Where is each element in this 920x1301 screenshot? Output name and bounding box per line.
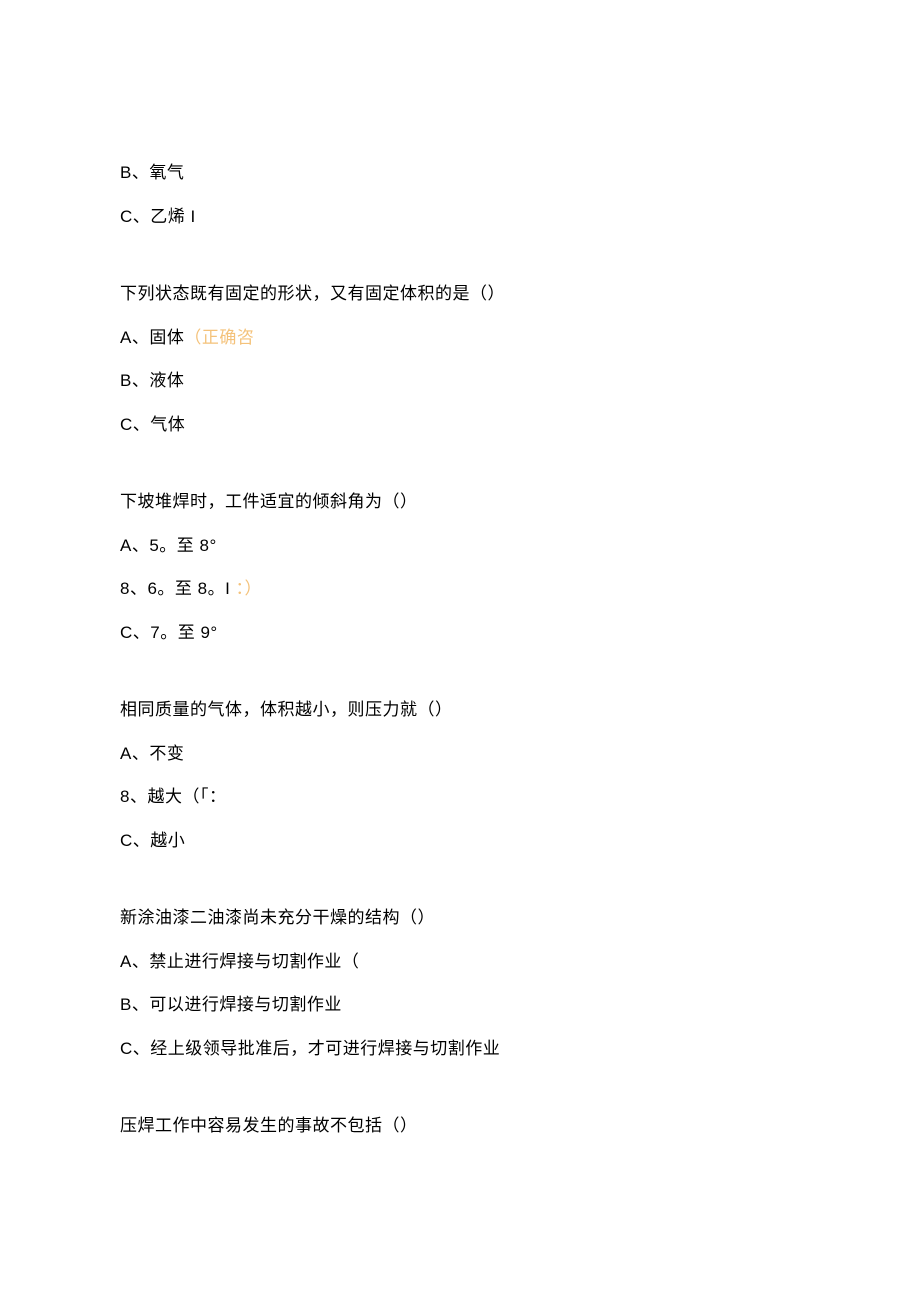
q4-stem: 相同质量的气体，体积越小，则压力就（） [120,697,800,723]
q6-stem: 压焊工作中容易发生的事故不包括（） [120,1113,800,1139]
q3-stem: 下坡堆焊时，工件适宜的倾斜角为（） [120,489,800,515]
q4-option-b: 8、越大（「： [120,784,800,810]
q3-option-c: C、7。至 9° [120,620,800,646]
q4-option-a: A、不变 [120,741,800,767]
q3-option-b-hint: ：） [230,579,262,598]
q1-option-c: C、乙烯 I [120,204,800,230]
q3-option-b-text: 8、6。至 8。I [120,579,230,598]
q2-option-b: B、液体 [120,368,800,394]
q2-option-a: A、固体（正确咨 [120,325,800,351]
document-page: B、氧气 C、乙烯 I 下列状态既有固定的形状，又有固定体积的是（） A、固体（… [0,0,920,1257]
q2-option-a-hint: （正确咨 [184,328,254,347]
q2-stem: 下列状态既有固定的形状，又有固定体积的是（） [120,281,800,307]
q4-option-c: C、越小 [120,828,800,854]
q2-option-c: C、气体 [120,412,800,438]
q5-option-c: C、经上级领导批准后，才可进行焊接与切割作业 [120,1036,800,1062]
q3-option-a: A、5。至 8° [120,533,800,559]
q5-option-b: B、可以进行焊接与切割作业 [120,992,800,1018]
q5-stem: 新涂油漆二油漆尚未充分干燥的结构（） [120,905,800,931]
q5-option-a: A、禁止进行焊接与切割作业（ [120,949,800,975]
q1-option-b: B、氧气 [120,160,800,186]
q2-option-a-text: A、固体 [120,328,184,347]
q3-option-b: 8、6。至 8。I ：） [120,576,800,602]
